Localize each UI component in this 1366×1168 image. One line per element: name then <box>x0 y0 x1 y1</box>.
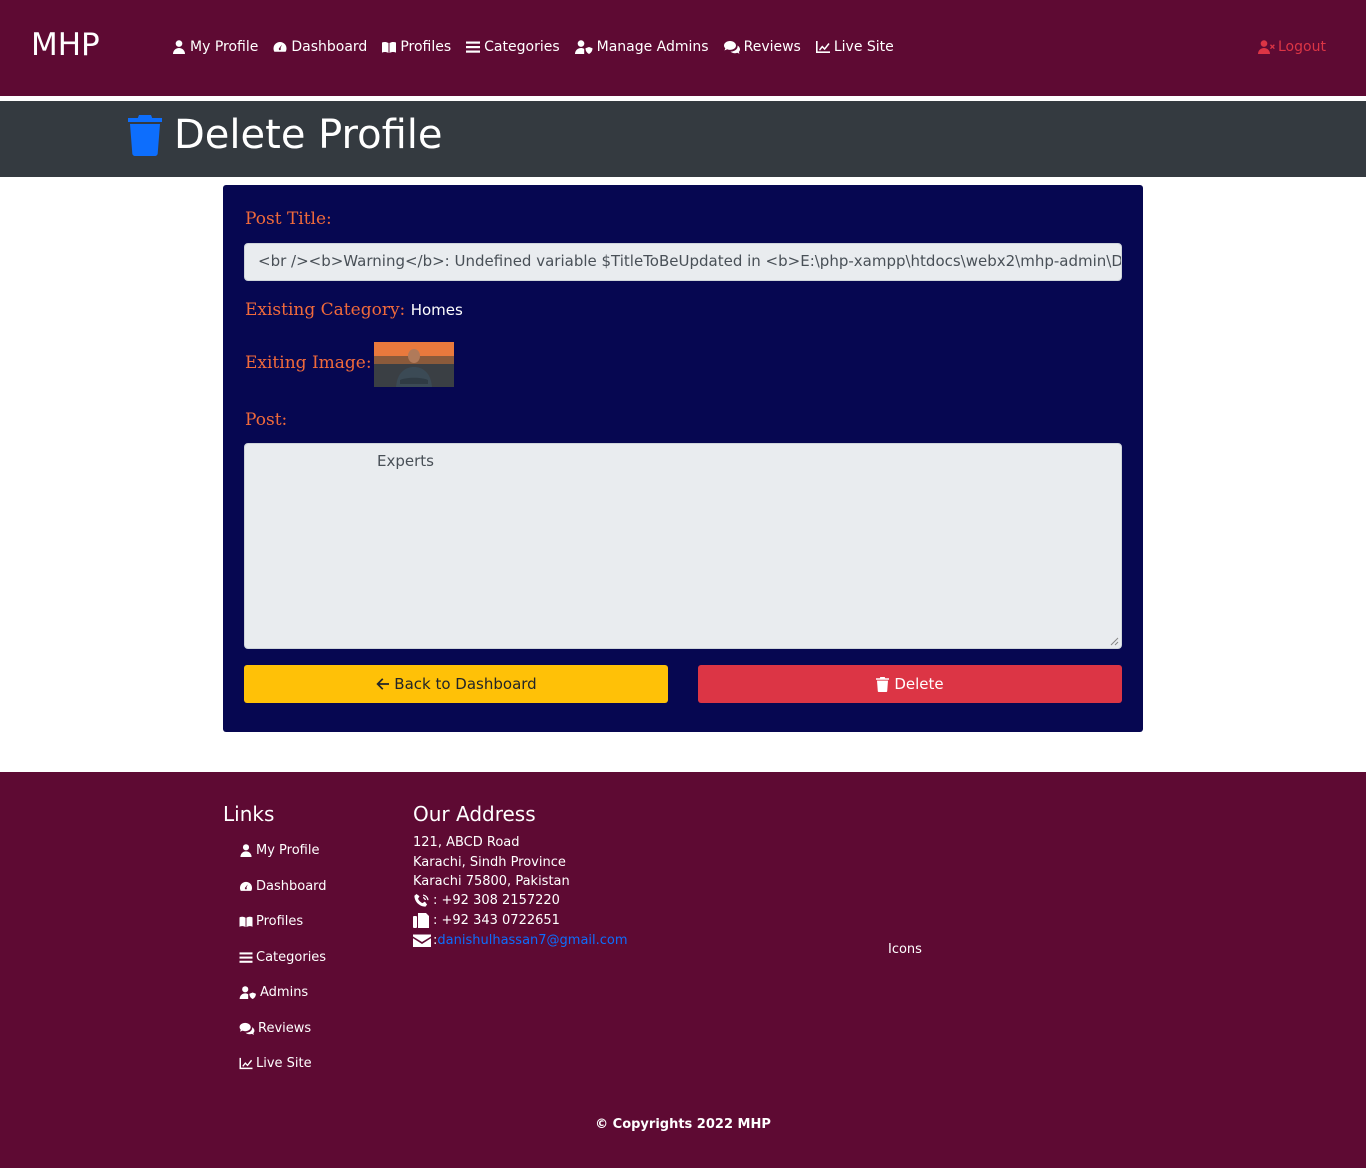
user-shield-icon <box>574 40 593 54</box>
nav-dashboard[interactable]: Dashboard <box>273 39 367 55</box>
user-icon <box>173 40 185 54</box>
brand-logo[interactable]: MHP <box>31 27 100 63</box>
nav-reviews[interactable]: Reviews <box>723 39 801 55</box>
footer-link-categories[interactable]: Categories <box>239 950 326 965</box>
footer-link-label: Dashboard <box>256 879 327 894</box>
chart-line-icon <box>815 41 830 53</box>
arrow-left-icon <box>376 678 390 690</box>
email-link[interactable]: danishulhassan7@gmail.com <box>437 933 627 948</box>
copyright: © Copyrights 2022 MHP <box>595 1117 771 1132</box>
footer-address-heading: Our Address <box>413 802 536 826</box>
post-title-label: Post Title: <box>245 209 332 229</box>
delete-button[interactable]: Delete <box>698 665 1122 703</box>
back-button-label: Back to Dashboard <box>394 675 537 693</box>
footer-link-live-site[interactable]: Live Site <box>239 1056 312 1071</box>
footer-link-label: Reviews <box>258 1021 312 1036</box>
social-icons-placeholder: Icons <box>888 942 922 957</box>
footer-link-my-profile[interactable]: My Profile <box>239 843 319 858</box>
list-icon <box>466 41 481 53</box>
comments-icon <box>239 1022 255 1035</box>
nav-label: Reviews <box>743 39 801 55</box>
existing-category-label: Existing Category: <box>245 300 406 320</box>
book-icon <box>382 41 397 53</box>
footer-link-profiles[interactable]: Profiles <box>239 914 303 929</box>
nav-label: Profiles <box>400 39 452 55</box>
user-times-icon <box>1258 40 1275 54</box>
nav-label: Dashboard <box>291 39 368 55</box>
chart-line-icon <box>239 1057 253 1070</box>
post-text: Experts <box>377 452 434 470</box>
phone-icon <box>414 894 429 907</box>
post-textarea[interactable]: Experts <box>244 443 1122 649</box>
footer-link-label: My Profile <box>256 843 320 858</box>
main-nav: My Profile Dashboard Profiles Categories… <box>172 39 894 55</box>
address-line-3: Karachi 75800, Pakistan <box>413 874 570 889</box>
profile-thumbnail <box>374 342 454 387</box>
user-icon <box>240 844 252 857</box>
post-label: Post: <box>245 410 288 430</box>
envelope-icon <box>413 934 431 947</box>
tachometer-icon <box>273 42 287 52</box>
footer-link-reviews[interactable]: Reviews <box>239 1021 311 1036</box>
nav-profiles[interactable]: Profiles <box>382 39 451 55</box>
book-icon <box>239 916 253 928</box>
phone-number: : +92 308 2157220 <box>433 893 560 908</box>
trash-icon <box>876 676 890 692</box>
nav-categories[interactable]: Categories <box>466 39 560 55</box>
email-line: : danishulhassan7@gmail.com <box>413 933 628 948</box>
existing-image-label: Exiting Image: <box>245 353 372 373</box>
logout-label: Logout <box>1278 39 1326 55</box>
comments-icon <box>723 41 740 54</box>
footer-links-heading: Links <box>223 802 275 826</box>
delete-button-label: Delete <box>894 675 944 693</box>
fax-number: : +92 343 0722651 <box>433 913 560 928</box>
phone-line: : +92 308 2157220 <box>413 893 560 908</box>
fax-line: : +92 343 0722651 <box>413 913 560 928</box>
footer-link-dashboard[interactable]: Dashboard <box>239 879 327 894</box>
logout-link[interactable]: Logout <box>1258 39 1326 55</box>
footer-link-label: Live Site <box>256 1056 312 1071</box>
footer-link-label: Profiles <box>256 914 304 929</box>
existing-category-row: Existing Category: Homes <box>245 300 463 320</box>
nav-my-profile[interactable]: My Profile <box>172 39 258 55</box>
nav-live-site[interactable]: Live Site <box>815 39 894 55</box>
fax-icon <box>413 913 429 928</box>
nav-label: My Profile <box>190 39 259 55</box>
footer-link-admins[interactable]: Admins <box>239 985 308 1000</box>
resize-handle-icon[interactable] <box>1110 637 1119 646</box>
page-title: Delete Profile <box>174 112 443 158</box>
trash-icon <box>128 115 162 156</box>
nav-label: Manage Admins <box>596 39 709 55</box>
footer-link-label: Admins <box>260 985 309 1000</box>
address-line-1: 121, ABCD Road <box>413 835 520 850</box>
nav-label: Live Site <box>833 39 894 55</box>
nav-label: Categories <box>484 39 560 55</box>
address-line-2: Karachi, Sindh Province <box>413 855 566 870</box>
tachometer-icon <box>239 881 253 891</box>
footer-link-label: Categories <box>256 950 327 965</box>
list-icon <box>239 952 253 963</box>
back-to-dashboard-button[interactable]: Back to Dashboard <box>244 665 668 703</box>
post-title-input[interactable]: <br /><b>Warning</b>: Undefined variable… <box>244 243 1122 281</box>
existing-category-value: Homes <box>410 301 463 319</box>
top-navbar: MHP My Profile Dashboard Profiles Catego… <box>0 0 1366 96</box>
nav-manage-admins[interactable]: Manage Admins <box>574 39 709 55</box>
footer: Links My Profile Dashboard Profiles Cate… <box>0 772 1366 1168</box>
user-shield-icon <box>239 986 256 999</box>
